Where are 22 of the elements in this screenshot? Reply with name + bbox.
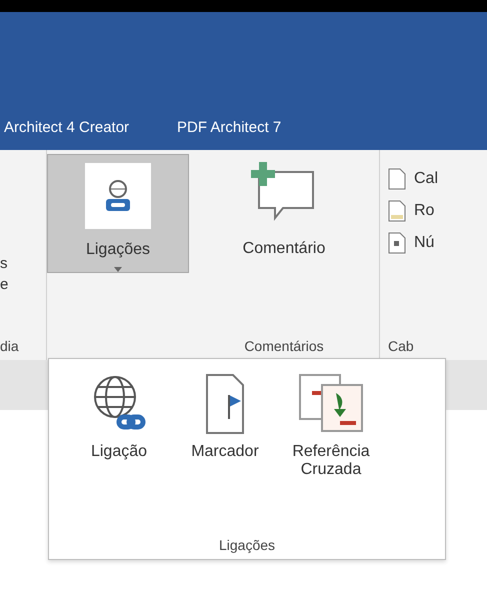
ribbon-tab[interactable]: Architect 4 Creator: [4, 119, 130, 136]
ribbon-tab[interactable]: PDF Architect 7: [177, 119, 282, 136]
page-icon: [388, 168, 406, 190]
page-number-icon: [388, 232, 406, 254]
links-button[interactable]: Ligações: [47, 154, 189, 273]
page-footer-icon: [388, 200, 406, 222]
group-label: Ligações: [218, 537, 276, 555]
menu-item[interactable]: Cal: [388, 168, 438, 190]
button-label-fragment: s: [0, 255, 8, 272]
dropdown-button[interactable]: Ligação: [69, 371, 169, 537]
group-label: Comentários: [244, 338, 324, 356]
cross-reference-icon: [296, 371, 366, 435]
menu-item[interactable]: Ro: [388, 200, 438, 222]
menu-item[interactable]: Nú: [388, 232, 438, 254]
caret-icon: [114, 267, 122, 272]
group-label: Cab: [388, 338, 414, 356]
dropdown-button[interactable]: Referência Cruzada: [281, 371, 381, 537]
group-label: dia: [0, 338, 19, 356]
button-label-fragment: e: [0, 276, 8, 293]
dropdown-button[interactable]: Marcador: [175, 371, 275, 537]
comment-button[interactable]: Comentário: [242, 162, 326, 338]
link-icon: [104, 179, 132, 213]
